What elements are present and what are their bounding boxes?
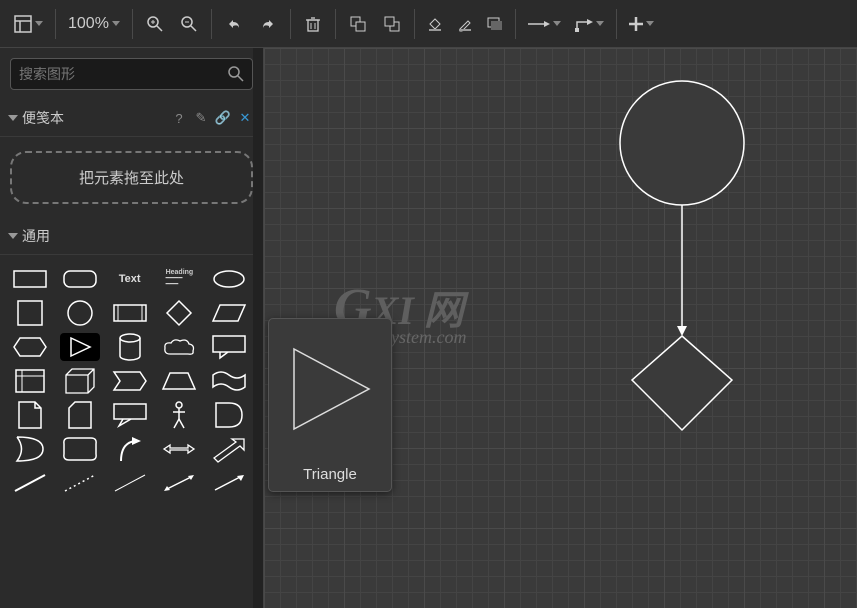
shape-callout[interactable] bbox=[209, 333, 249, 361]
arrow-icon bbox=[528, 19, 550, 29]
undo-button[interactable] bbox=[218, 8, 250, 40]
search-shapes-input[interactable] bbox=[10, 58, 253, 90]
chevron-down-icon bbox=[596, 21, 604, 26]
shape-curve-arrow[interactable] bbox=[110, 435, 150, 463]
zoom-dropdown[interactable]: 100% bbox=[62, 8, 126, 40]
plus-icon bbox=[629, 17, 643, 31]
shape-line-thin[interactable] bbox=[110, 469, 150, 497]
shape-actor[interactable] bbox=[159, 401, 199, 429]
general-title: 通用 bbox=[22, 226, 50, 246]
zoom-in-icon bbox=[147, 16, 163, 32]
zoom-out-icon bbox=[181, 16, 197, 32]
shadow-icon bbox=[487, 17, 503, 31]
to-front-button[interactable] bbox=[342, 8, 374, 40]
shape-square[interactable] bbox=[10, 299, 50, 327]
preview-label: Triangle bbox=[269, 466, 391, 483]
chevron-down-icon bbox=[646, 21, 654, 26]
shape-and[interactable] bbox=[209, 401, 249, 429]
close-icon[interactable]: ✕ bbox=[237, 110, 253, 126]
shadow-dropdown[interactable] bbox=[481, 8, 509, 40]
arrowhead-icon bbox=[677, 326, 687, 336]
chevron-down-icon bbox=[553, 21, 561, 26]
main-toolbar: 100% bbox=[0, 0, 857, 48]
shape-bidir-line[interactable] bbox=[159, 469, 199, 497]
connection-dropdown[interactable] bbox=[522, 8, 567, 40]
fill-icon bbox=[427, 16, 443, 32]
search-field[interactable] bbox=[19, 66, 228, 82]
shape-process[interactable] bbox=[110, 299, 150, 327]
shape-datastore[interactable] bbox=[60, 435, 100, 463]
sidebar: 便笺本 ? ✎ 🔗 ✕ 把元素拖至此处 通用 Text Heading━━━━━… bbox=[0, 48, 264, 608]
delete-button[interactable] bbox=[297, 8, 329, 40]
shape-card[interactable] bbox=[60, 401, 100, 429]
link-icon[interactable]: 🔗 bbox=[215, 110, 231, 126]
waypoints-dropdown[interactable] bbox=[569, 8, 610, 40]
zoom-in-button[interactable] bbox=[139, 8, 171, 40]
zoom-out-button[interactable] bbox=[173, 8, 205, 40]
shape-line-dashed[interactable] bbox=[60, 469, 100, 497]
fill-color-dropdown[interactable] bbox=[421, 8, 449, 40]
shape-rounded-rect[interactable] bbox=[60, 265, 100, 293]
line-color-dropdown[interactable] bbox=[451, 8, 479, 40]
triangle-preview-icon bbox=[269, 319, 393, 459]
shape-bidir-arrow[interactable] bbox=[159, 435, 199, 463]
to-back-icon bbox=[384, 16, 400, 32]
shape-cylinder[interactable] bbox=[110, 333, 150, 361]
search-icon bbox=[228, 66, 244, 82]
shape-preview-tooltip: Triangle bbox=[268, 318, 392, 492]
pencil-icon bbox=[457, 16, 473, 32]
shape-note[interactable] bbox=[10, 401, 50, 429]
diagram-canvas[interactable]: GXI 网 system.com Triangle bbox=[264, 48, 857, 608]
shape-text[interactable]: Text bbox=[110, 265, 150, 293]
edit-icon[interactable]: ✎ bbox=[193, 110, 209, 126]
collapse-icon bbox=[8, 115, 18, 121]
to-back-button[interactable] bbox=[376, 8, 408, 40]
shape-step[interactable] bbox=[110, 367, 150, 395]
chevron-down-icon bbox=[112, 21, 120, 26]
zoom-value: 100% bbox=[68, 15, 109, 33]
collapse-icon bbox=[8, 233, 18, 239]
shape-dir-line[interactable] bbox=[209, 469, 249, 497]
to-front-icon bbox=[350, 16, 366, 32]
insert-dropdown[interactable] bbox=[623, 8, 660, 40]
scrollbar[interactable] bbox=[253, 48, 263, 608]
redo-button[interactable] bbox=[252, 8, 284, 40]
chevron-down-icon bbox=[35, 21, 43, 26]
shape-hexagon[interactable] bbox=[10, 333, 50, 361]
shape-arrow[interactable] bbox=[209, 435, 249, 463]
shape-rectangle[interactable] bbox=[10, 265, 50, 293]
shape-triangle[interactable] bbox=[60, 333, 100, 361]
redo-icon bbox=[260, 17, 276, 31]
shape-callout2[interactable] bbox=[110, 401, 150, 429]
shape-line-solid[interactable] bbox=[10, 469, 50, 497]
waypoint-icon bbox=[575, 16, 593, 32]
diagram-circle[interactable] bbox=[620, 81, 744, 205]
general-header[interactable]: 通用 bbox=[0, 218, 263, 255]
shape-diamond[interactable] bbox=[159, 299, 199, 327]
trash-icon bbox=[306, 16, 320, 32]
undo-icon bbox=[226, 17, 242, 31]
shape-or[interactable] bbox=[10, 435, 50, 463]
shape-cube[interactable] bbox=[60, 367, 100, 395]
shape-circle[interactable] bbox=[60, 299, 100, 327]
shape-internal-storage[interactable] bbox=[10, 367, 50, 395]
shape-cloud[interactable] bbox=[159, 333, 199, 361]
layout-icon bbox=[14, 15, 32, 33]
scratchpad-dropzone[interactable]: 把元素拖至此处 bbox=[10, 151, 253, 204]
view-layout-dropdown[interactable] bbox=[8, 8, 49, 40]
diagram-diamond[interactable] bbox=[632, 336, 732, 430]
shape-palette: Text Heading━━━━━━━ bbox=[0, 255, 263, 507]
shape-tape[interactable] bbox=[209, 367, 249, 395]
shape-trapezoid[interactable] bbox=[159, 367, 199, 395]
shape-ellipse[interactable] bbox=[209, 265, 249, 293]
scratchpad-header[interactable]: 便笺本 ? ✎ 🔗 ✕ bbox=[0, 100, 263, 137]
shape-heading[interactable]: Heading━━━━━━━ bbox=[159, 265, 199, 293]
scratchpad-title: 便笺本 bbox=[22, 108, 64, 128]
shape-parallelogram[interactable] bbox=[209, 299, 249, 327]
help-icon[interactable]: ? bbox=[171, 110, 187, 126]
